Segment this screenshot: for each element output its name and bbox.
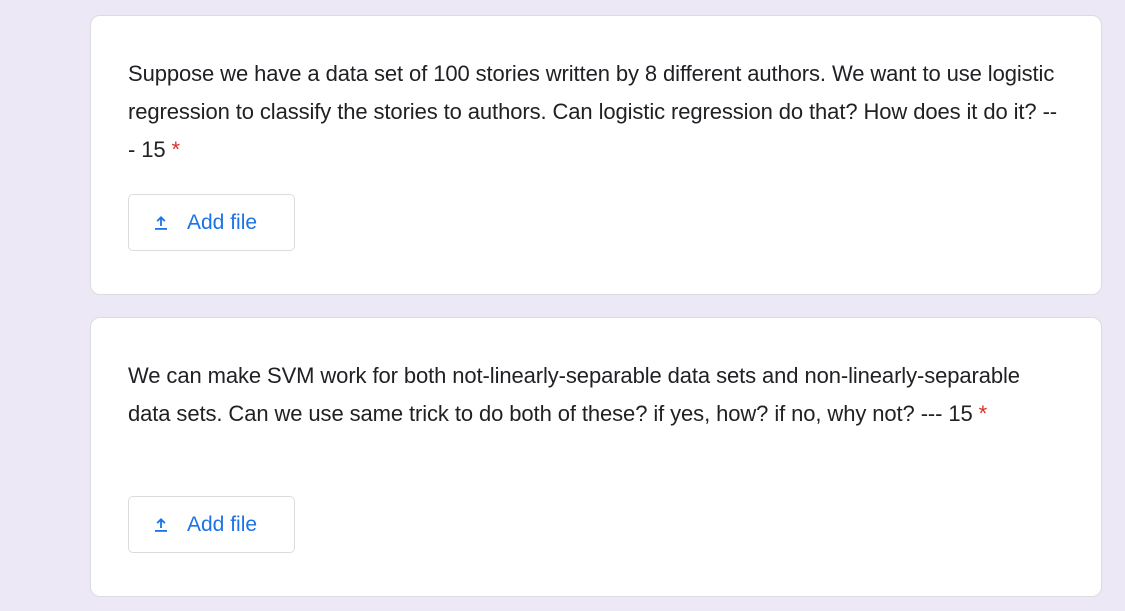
add-file-button[interactable]: Add file <box>128 496 295 553</box>
required-asterisk: * <box>978 401 988 426</box>
add-file-button[interactable]: Add file <box>128 194 295 251</box>
upload-icon <box>151 515 171 535</box>
question-text: We can make SVM work for both not-linear… <box>128 363 1020 426</box>
add-file-label: Add file <box>187 512 258 536</box>
question-card: Suppose we have a data set of 100 storie… <box>90 15 1102 295</box>
question-card: We can make SVM work for both not-linear… <box>90 317 1102 597</box>
question-title: We can make SVM work for both not-linear… <box>128 357 1058 433</box>
upload-icon <box>151 213 171 233</box>
question-text: Suppose we have a data set of 100 storie… <box>128 61 1058 162</box>
required-asterisk: * <box>171 137 181 162</box>
question-title: Suppose we have a data set of 100 storie… <box>128 55 1058 169</box>
add-file-label: Add file <box>187 210 258 234</box>
